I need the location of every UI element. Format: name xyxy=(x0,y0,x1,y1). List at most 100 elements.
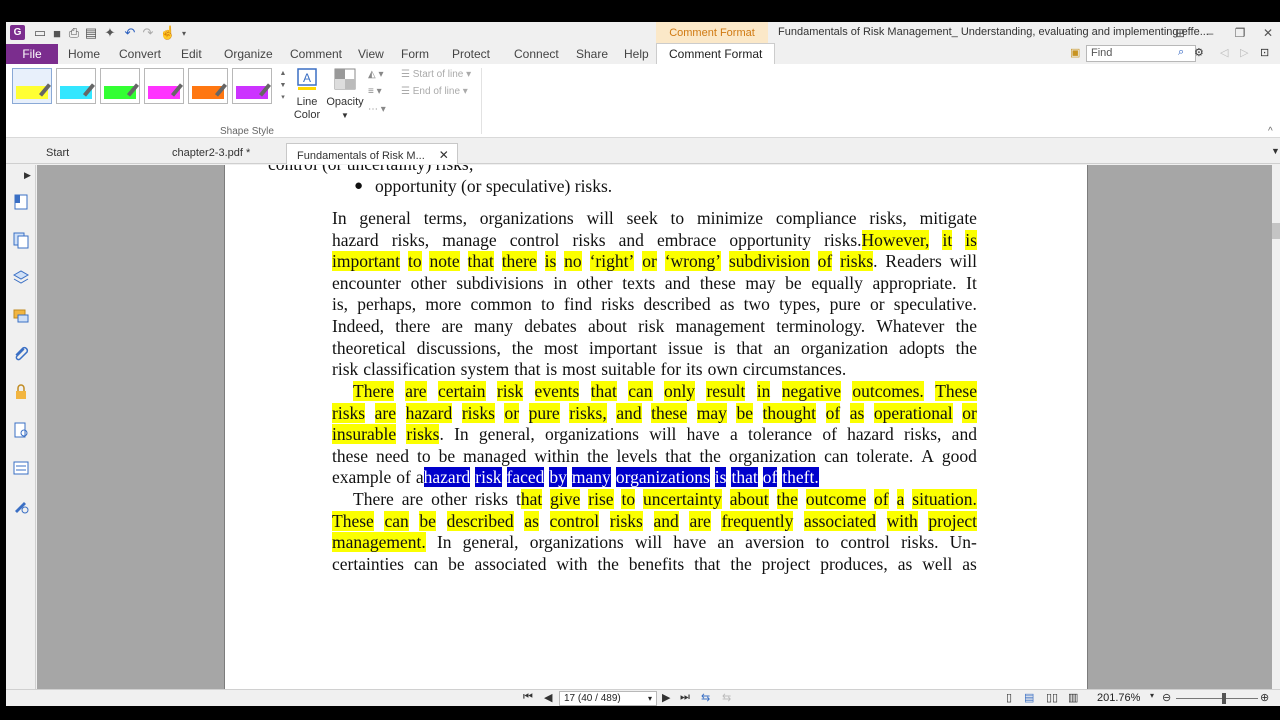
previous-view-icon[interactable]: ⇆ xyxy=(701,691,710,704)
highlight-style-orange[interactable] xyxy=(188,68,228,104)
highlighted-text: as xyxy=(524,510,539,531)
collapse-ribbon-icon[interactable]: ^ xyxy=(1268,126,1273,137)
last-page-icon[interactable]: ⏭ xyxy=(680,691,690,704)
line-color-button[interactable]: A Line Color xyxy=(289,68,325,122)
end-of-line-dropdown[interactable]: ☰ End of line ▾ xyxy=(401,86,468,97)
tab-form[interactable]: Form xyxy=(401,47,429,61)
forward-arrow-icon[interactable]: ▷ xyxy=(1240,46,1248,59)
hand-tool-icon[interactable]: ☝ xyxy=(160,25,176,41)
tab-convert[interactable]: Convert xyxy=(119,47,161,61)
restore-button[interactable]: ❐ xyxy=(1226,24,1254,42)
zoom-dropdown-icon[interactable]: ▾ xyxy=(1150,691,1154,700)
highlighted-text: these xyxy=(651,402,688,423)
line-style-icon[interactable]: ⋯ ▾ xyxy=(368,104,386,115)
content-search-icon[interactable] xyxy=(12,421,30,439)
attachments-icon[interactable] xyxy=(12,345,30,363)
next-page-icon[interactable]: ▶ xyxy=(662,691,670,704)
fill-color-icon[interactable]: ◭ ▾ xyxy=(368,69,384,80)
tab-home[interactable]: Home xyxy=(68,47,100,61)
close-window-button[interactable]: ✕ xyxy=(1254,24,1280,42)
new-icon[interactable]: ✦ xyxy=(102,25,118,41)
highlight-style-purple[interactable] xyxy=(232,68,272,104)
tab-comment[interactable]: Comment xyxy=(290,47,342,61)
tab-chapter2-3[interactable]: chapter2-3.pdf * xyxy=(162,143,258,164)
layers-icon[interactable] xyxy=(12,269,30,287)
word: debates xyxy=(524,316,576,338)
word: are xyxy=(689,510,711,533)
word: and xyxy=(665,273,690,295)
close-tab-icon[interactable]: ✕ xyxy=(439,148,449,162)
body-text: In xyxy=(332,208,347,228)
tab-start[interactable]: Start xyxy=(36,143,77,164)
ribbon-options-icon[interactable]: ⊞ xyxy=(1166,24,1194,42)
previous-page-icon[interactable]: ◀ xyxy=(544,691,552,704)
open-icon[interactable]: ▭ xyxy=(32,25,48,41)
expand-pane-icon[interactable]: ▶ xyxy=(24,170,31,181)
highlighted-text: no xyxy=(564,251,582,272)
highlighted-text: These xyxy=(332,510,374,531)
search-icon[interactable]: ⌕ xyxy=(1178,46,1184,59)
continuous-facing-view-icon[interactable]: ▥ xyxy=(1068,691,1078,704)
highlight-style-green[interactable] xyxy=(100,68,140,104)
save-icon[interactable]: ■ xyxy=(49,25,65,41)
page-number-input[interactable]: 17 (40 / 489) ▾ xyxy=(559,691,657,706)
pages-thumbnail-icon[interactable] xyxy=(12,231,30,249)
line-width-icon[interactable]: ≡ ▾ xyxy=(368,86,382,97)
highlight-style-magenta[interactable] xyxy=(144,68,184,104)
tab-comment-format[interactable]: Comment Format xyxy=(656,43,776,64)
signatures-icon[interactable] xyxy=(12,497,30,515)
security-lock-icon[interactable] xyxy=(12,383,30,401)
zoom-out-icon[interactable]: ⊖ xyxy=(1162,691,1171,704)
tab-organize[interactable]: Organize xyxy=(224,47,273,61)
document-viewer[interactable]: control (or uncertainty) risks; ● opport… xyxy=(37,165,1272,689)
zoom-slider-knob[interactable] xyxy=(1222,693,1226,704)
highlight-style-cyan[interactable] xyxy=(56,68,96,104)
next-view-icon[interactable]: ⇆ xyxy=(722,691,731,704)
word: tolerate. xyxy=(856,446,913,468)
tab-edit[interactable]: Edit xyxy=(181,47,202,61)
tab-current-document[interactable]: Fundamentals of Risk M... ✕ xyxy=(286,143,458,164)
highlight-style-yellow[interactable] xyxy=(12,68,52,104)
file-menu-tab[interactable]: File xyxy=(6,44,58,64)
tab-protect[interactable]: Protect xyxy=(452,47,490,61)
highlighted-text: operational xyxy=(873,402,953,423)
scan-icon[interactable]: ▤ xyxy=(83,25,99,41)
facing-view-icon[interactable]: ▯▯ xyxy=(1046,691,1058,704)
redo-icon[interactable]: ↷ xyxy=(140,25,156,41)
body-text: may xyxy=(745,272,776,293)
tab-share[interactable]: Share xyxy=(576,47,608,61)
account-icon[interactable]: ⊡ xyxy=(1260,46,1269,59)
body-text: and xyxy=(618,229,644,250)
tab-help[interactable]: Help xyxy=(624,47,649,61)
word: Indeed, xyxy=(332,316,384,338)
form-fields-icon[interactable] xyxy=(12,459,30,477)
minimize-button[interactable]: – xyxy=(1196,24,1224,42)
zoom-in-icon[interactable]: ⊕ xyxy=(1260,691,1269,704)
continuous-view-icon[interactable]: ▤ xyxy=(1024,691,1034,704)
first-page-icon[interactable]: ⏮ xyxy=(523,691,533,704)
customize-dropdown-icon[interactable]: ▾ xyxy=(176,25,192,41)
zoom-slider[interactable] xyxy=(1176,698,1258,699)
bookmarks-icon[interactable] xyxy=(12,193,30,211)
settings-gear-icon[interactable]: ⚙ xyxy=(1194,46,1204,59)
tab-connect[interactable]: Connect xyxy=(514,47,559,61)
word: are xyxy=(405,381,427,403)
start-of-line-dropdown[interactable]: ☰ Start of line ▾ xyxy=(401,69,471,80)
find-folder-icon[interactable]: ▣ xyxy=(1070,46,1084,60)
scrollbar-thumb[interactable] xyxy=(1272,223,1280,239)
body-text: . xyxy=(439,424,444,445)
tab-view[interactable]: View xyxy=(358,47,384,61)
tab-list-dropdown-icon[interactable]: ▼ xyxy=(1271,146,1280,156)
body-text: an xyxy=(773,337,791,358)
back-arrow-icon[interactable]: ◁ xyxy=(1220,46,1228,59)
body-text: important xyxy=(588,337,658,358)
vertical-scrollbar[interactable] xyxy=(1272,165,1280,689)
opacity-button[interactable]: Opacity ▼ xyxy=(326,68,364,122)
undo-icon[interactable]: ↶ xyxy=(122,25,138,41)
single-page-view-icon[interactable]: ▯ xyxy=(1006,691,1012,704)
zoom-level[interactable]: 201.76% xyxy=(1097,692,1140,704)
body-text: a xyxy=(415,467,424,488)
comments-panel-icon[interactable] xyxy=(12,307,30,325)
print-icon[interactable]: ⎙ xyxy=(66,25,82,41)
style-gallery-scroll[interactable]: ▲ ▼ ▾ xyxy=(278,68,288,106)
